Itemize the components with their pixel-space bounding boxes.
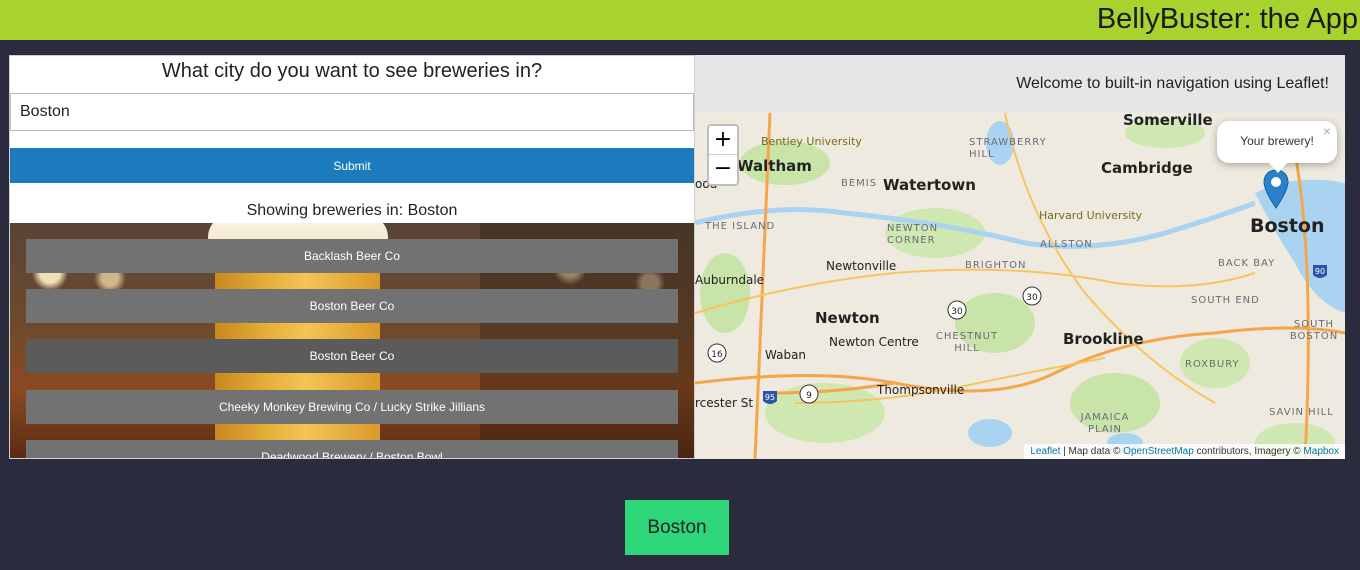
map-label-harvard: Harvard University (1039, 209, 1143, 222)
app-title: BellyBuster: the App (1096, 3, 1358, 35)
map-label-watertown: Watertown (883, 176, 976, 194)
route-9-label: 9 (806, 391, 812, 401)
map-welcome-text: Welcome to built-in navigation using Lea… (1016, 75, 1329, 92)
map-label-the-island: THE ISLAND (705, 221, 776, 232)
map-label-roxbury: ROXBURY (1185, 359, 1240, 370)
mapbox-link[interactable]: Mapbox (1303, 446, 1339, 457)
search-panel: What city do you want to see breweries i… (9, 55, 695, 459)
city-input[interactable] (10, 93, 694, 131)
zoom-in-button[interactable]: + (709, 126, 737, 155)
map-label-chestnut-hill: CHESTNUT HILL (935, 331, 999, 354)
map-label-newtonville: Newtonville (826, 259, 897, 273)
route-16-label: 16 (711, 350, 723, 360)
brewery-list: Backlash Beer Co Boston Beer Co Boston B… (10, 223, 694, 458)
map-label-auburndale: Auburndale (695, 273, 765, 287)
interstate-90-label: 90 (1315, 267, 1325, 276)
map-attribution: Leaflet | Map data © OpenStreetMap contr… (1024, 444, 1345, 459)
route-30-label: 30 (1026, 293, 1038, 303)
map-label-newton-corner: NEWTON CORNER (887, 223, 939, 246)
route-30-label: 30 (951, 307, 963, 317)
marker-popup: × Your brewery! (1217, 121, 1337, 173)
map-label-newton: Newton (815, 309, 880, 327)
map-label-bemis: BEMIS (841, 178, 878, 189)
interstate-95-label: 95 (765, 393, 775, 402)
map-label-newton-centre: Newton Centre (829, 335, 919, 349)
map-label-savin-hill: SAVIN HILL (1269, 407, 1334, 418)
city-button[interactable]: Boston (625, 500, 729, 555)
leaflet-link[interactable]: Leaflet (1030, 446, 1060, 457)
map-label-cambridge: Cambridge (1101, 159, 1193, 177)
map-label-brookline: Brookline (1063, 330, 1144, 348)
map-label-allston: ALLSTON (1040, 239, 1093, 250)
map-label-waltham: Waltham (737, 157, 812, 175)
map[interactable]: 16 30 30 9 95 90 Somerville Bentley Univ… (695, 113, 1345, 459)
map-label-bentley: Bentley University (761, 135, 862, 148)
map-label-back-bay: BACK BAY (1218, 258, 1276, 269)
attribution-text: contributors, Imagery © (1193, 446, 1304, 457)
brewery-item[interactable]: Deadwood Brewery / Boston Bowl (26, 440, 678, 458)
brewery-item[interactable]: Cheeky Monkey Brewing Co / Lucky Strike … (26, 390, 678, 424)
popup-tip (1269, 163, 1287, 173)
attribution-text: | Map data © (1060, 446, 1124, 457)
map-label-south-boston: SOUTH BOSTON (1289, 319, 1339, 342)
map-label-thompsonville: Thompsonville (877, 383, 965, 397)
submit-button[interactable]: Submit (10, 148, 694, 183)
map-panel: Welcome to built-in navigation using Lea… (695, 55, 1345, 459)
zoom-out-button[interactable]: − (709, 155, 737, 184)
brewery-item[interactable]: Backlash Beer Co (26, 239, 678, 273)
map-label-worcester-st: rcester St (695, 396, 754, 410)
map-label-brighton: BRIGHTON (965, 260, 1027, 271)
popup-text: Your brewery! (1240, 134, 1314, 148)
map-label-waban: Waban (765, 348, 807, 362)
header-bar: BellyBuster: the App (0, 0, 1360, 40)
osm-link[interactable]: OpenStreetMap (1123, 446, 1194, 457)
city-question: What city do you want to see breweries i… (161, 60, 543, 82)
map-label-jamaica-plain: JAMAICA PLAIN (1080, 412, 1130, 435)
map-label-south-end: SOUTH END (1191, 295, 1260, 306)
map-label-boston: Boston (1250, 215, 1325, 237)
zoom-control: + − (707, 124, 739, 186)
showing-text: Showing breweries in: Boston (246, 202, 458, 219)
brewery-item[interactable]: Boston Beer Co (26, 289, 678, 323)
brewery-item[interactable]: Boston Beer Co (26, 339, 678, 373)
map-label-strawberry-hill: STRAWBERRY HILL (969, 137, 1047, 160)
map-label-somerville: Somerville (1123, 113, 1213, 129)
